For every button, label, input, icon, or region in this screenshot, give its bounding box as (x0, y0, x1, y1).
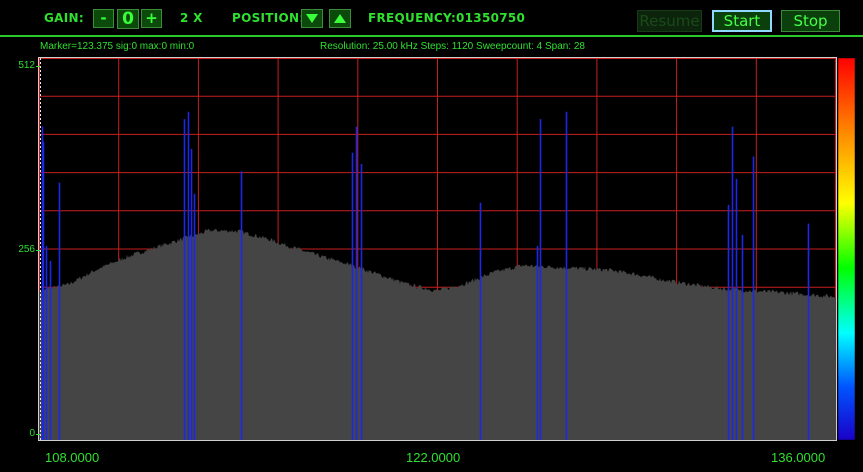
x-tick-label: 108.0000 (45, 450, 100, 465)
x-tick-label: 136.0000 (771, 450, 826, 465)
y-tick-mark (36, 250, 40, 251)
color-scale-bar (837, 57, 856, 441)
x-tick-label: 122.0000 (406, 450, 461, 465)
y-tick-label: 256 (18, 244, 35, 255)
y-tick-label: 0 (29, 428, 35, 439)
spectrum-plot[interactable] (0, 0, 863, 472)
y-tick-mark (36, 434, 40, 435)
y-tick-label: 512 (18, 60, 35, 71)
y-tick-mark (36, 66, 40, 67)
